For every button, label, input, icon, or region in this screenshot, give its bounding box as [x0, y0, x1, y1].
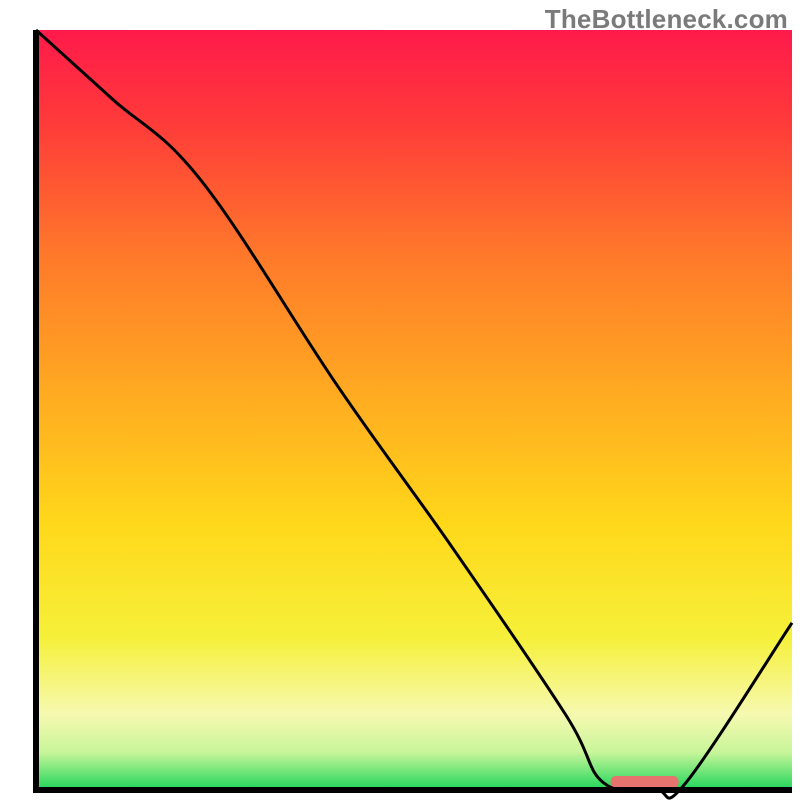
heat-gradient-background [36, 30, 792, 790]
bottleneck-curve-chart [0, 0, 800, 800]
chart-stage: TheBottleneck.com [0, 0, 800, 800]
optimum-range-marker [611, 776, 679, 788]
